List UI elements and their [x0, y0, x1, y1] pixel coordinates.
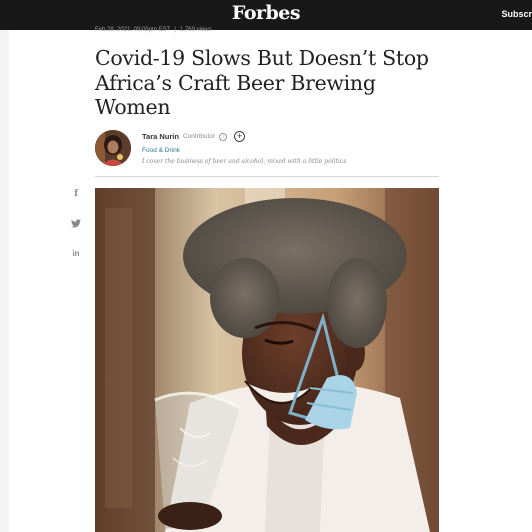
- author-bio: I cover the business of beer and alcohol…: [142, 158, 347, 165]
- author-line: Tara Nurin Contributor i +: [142, 131, 442, 142]
- forbes-logo[interactable]: Forbes: [0, 2, 532, 24]
- follow-plus-icon[interactable]: +: [234, 131, 246, 142]
- info-icon[interactable]: i: [219, 132, 228, 141]
- hero-photo: [95, 188, 439, 532]
- facebook-icon[interactable]: f: [70, 189, 82, 199]
- top-navigation-bar: Forbes Subscr: [0, 0, 532, 30]
- category-link[interactable]: Food & Drink: [142, 147, 442, 154]
- twitter-icon[interactable]: [70, 219, 82, 230]
- view-count: 1,769 views: [179, 27, 212, 33]
- author-avatar-image: [95, 130, 131, 166]
- author-info: Tara Nurin Contributor i + Food & Drink …: [142, 131, 442, 165]
- author-role: Contributor: [182, 133, 216, 140]
- meta-separator: |: [174, 27, 176, 33]
- article-headline: Covid-19 Slows But Doesn’t Stop Africa’s…: [95, 46, 429, 119]
- hero-photo-image: [95, 188, 439, 532]
- twitter-bird-shape: [71, 219, 81, 228]
- author-name[interactable]: Tara Nurin: [142, 132, 179, 141]
- byline-divider: [95, 176, 439, 177]
- linkedin-icon[interactable]: in: [70, 249, 82, 258]
- author-avatar[interactable]: [95, 130, 131, 166]
- publish-date: Feb 28, 2021, 09:05pm EST: [95, 27, 171, 33]
- left-margin-strip: [0, 30, 9, 532]
- subscribe-button[interactable]: Subscr: [501, 9, 532, 19]
- article-meta: Feb 28, 2021, 09:05pm EST | 1,769 views: [95, 27, 212, 33]
